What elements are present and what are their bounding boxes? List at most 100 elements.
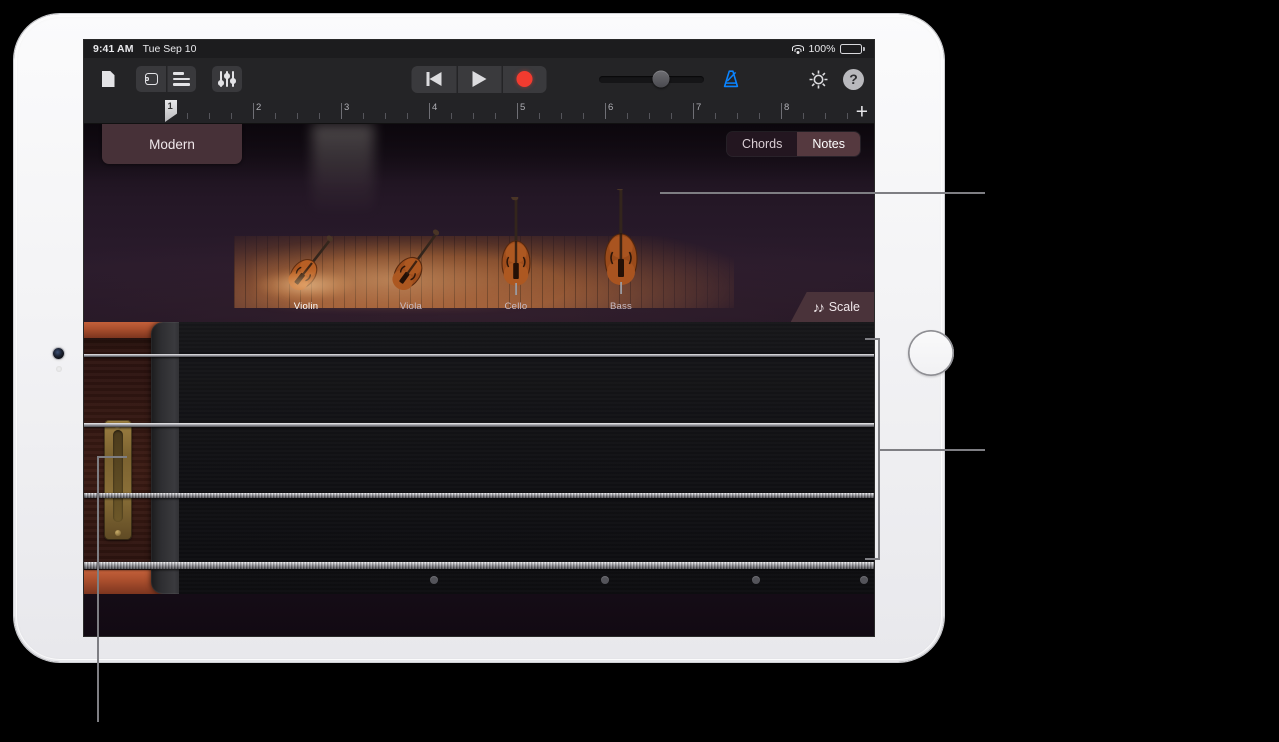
ruler-tick	[539, 113, 540, 119]
smart-strings-instrument	[84, 322, 874, 636]
instrument-selector-panel: Violin Viola Cello Bass Modern Chords No…	[84, 124, 874, 322]
position-marker-dot	[752, 576, 760, 584]
document-icon	[101, 71, 115, 87]
viola-icon	[392, 229, 440, 291]
ruler-tick	[715, 113, 716, 119]
battery-percent-label: 100%	[808, 43, 836, 55]
instrument-option-violin[interactable]: Violin	[258, 231, 354, 312]
wifi-icon	[791, 44, 804, 54]
track-view-icon	[172, 72, 190, 86]
callout-bracket-strings-top	[865, 338, 880, 340]
cello-icon	[501, 197, 531, 295]
status-date: Tue Sep 10	[142, 43, 197, 55]
ruler-tick	[737, 113, 738, 119]
volume-knob[interactable]	[652, 70, 670, 88]
front-camera-icon	[53, 348, 64, 359]
master-volume-slider[interactable]	[599, 70, 704, 88]
ruler-tick	[187, 113, 188, 119]
rewind-button[interactable]	[412, 66, 457, 93]
ruler-tick	[495, 113, 496, 119]
ruler-tick	[627, 113, 628, 119]
ambient-light-sensor-icon	[56, 366, 62, 372]
ruler-tick	[583, 113, 584, 119]
ruler-tick	[231, 113, 232, 119]
ruler-tick	[649, 113, 650, 119]
record-button[interactable]	[502, 66, 547, 93]
playhead-marker[interactable]: 1	[165, 100, 177, 122]
instrument-label: Cello	[504, 301, 528, 312]
instrument-label: Violin	[293, 301, 319, 312]
ruler-tick	[209, 113, 210, 119]
metronome-button[interactable]	[720, 68, 742, 90]
chords-notes-toggle: Chords Notes	[727, 132, 860, 156]
instrument-option-viola[interactable]: Viola	[374, 227, 448, 312]
position-marker-dot	[601, 576, 609, 584]
callout-line-strings-leader	[878, 449, 985, 451]
callout-bracket-strings-bottom	[865, 558, 880, 560]
tab-notes[interactable]: Notes	[797, 132, 860, 156]
double-eighth-note-icon: ♪♪	[812, 299, 825, 315]
ruler-tick	[451, 113, 452, 119]
rewind-icon	[426, 72, 442, 86]
bass-icon	[604, 189, 638, 294]
ruler-tick	[297, 113, 298, 119]
position-marker-dot	[860, 576, 868, 584]
main-toolbar: ?	[84, 58, 874, 100]
ipad-screen: 9:41 AM Tue Sep 10 100% ? 2 3 4 5 6 7 8 …	[84, 40, 874, 636]
ruler-tick	[561, 113, 562, 119]
ruler-tick	[803, 113, 804, 119]
volume-track	[599, 75, 704, 83]
ruler-tick	[671, 113, 672, 119]
track-view-button[interactable]	[166, 66, 196, 92]
tab-chords[interactable]: Chords	[727, 132, 798, 156]
mixer-button[interactable]	[212, 66, 242, 92]
ruler-tick	[759, 113, 760, 119]
string-3[interactable]	[84, 492, 874, 498]
string-4[interactable]	[84, 561, 874, 569]
instrument-label: Bass	[609, 301, 633, 312]
gear-icon	[809, 70, 828, 88]
instrument-lower-shadow	[84, 594, 874, 636]
transport-controls	[411, 65, 547, 93]
status-time: 9:41 AM	[93, 43, 134, 55]
settings-button[interactable]	[808, 69, 829, 90]
ruler-tick	[847, 113, 848, 119]
violin-spotlight-glow	[258, 270, 354, 300]
view-toggle-group	[136, 66, 196, 92]
home-button[interactable]	[908, 330, 954, 376]
ruler-tick	[385, 113, 386, 119]
string-1[interactable]	[84, 353, 874, 357]
position-marker-dot	[430, 576, 438, 584]
ruler-tick	[407, 113, 408, 119]
scale-button[interactable]: ♪♪ Scale	[790, 292, 874, 322]
add-track-button[interactable]: +	[856, 102, 868, 123]
scale-button-label: Scale	[828, 300, 860, 314]
string-2[interactable]	[84, 423, 874, 427]
callout-line-tuning-pegs-top	[97, 456, 127, 458]
mixer-faders-icon	[218, 71, 236, 87]
battery-full-icon	[840, 44, 865, 54]
status-bar: 9:41 AM Tue Sep 10 100%	[84, 40, 874, 58]
playhead-bar-number: 1	[167, 101, 173, 112]
callout-line-tuning-pegs-vertical	[97, 456, 99, 722]
ruler-tick	[473, 113, 474, 119]
instrument-browser-icon	[144, 73, 158, 85]
timeline-ruler[interactable]: 12345678 1 +	[84, 100, 874, 124]
screenshot-canvas: 9:41 AM Tue Sep 10 100% ? 2 3 4 5 6 7 8 …	[0, 0, 1279, 742]
instrument-option-bass[interactable]: Bass	[584, 189, 658, 312]
ruler-tick	[363, 113, 364, 119]
instrument-label: Viola	[399, 301, 423, 312]
play-button[interactable]	[457, 66, 502, 93]
help-button[interactable]: ?	[843, 68, 864, 90]
my-songs-button[interactable]	[94, 66, 122, 92]
preset-name-button[interactable]: Modern	[102, 124, 242, 164]
play-icon	[472, 71, 486, 87]
ruler-tick	[319, 113, 320, 119]
record-icon	[516, 71, 532, 87]
spotlight-beam	[312, 124, 374, 216]
ruler-tick	[275, 113, 276, 119]
instrument-browser-button[interactable]	[136, 66, 166, 92]
ruler-tick	[825, 113, 826, 119]
instrument-option-cello[interactable]: Cello	[479, 197, 553, 312]
metronome-icon	[723, 70, 739, 88]
